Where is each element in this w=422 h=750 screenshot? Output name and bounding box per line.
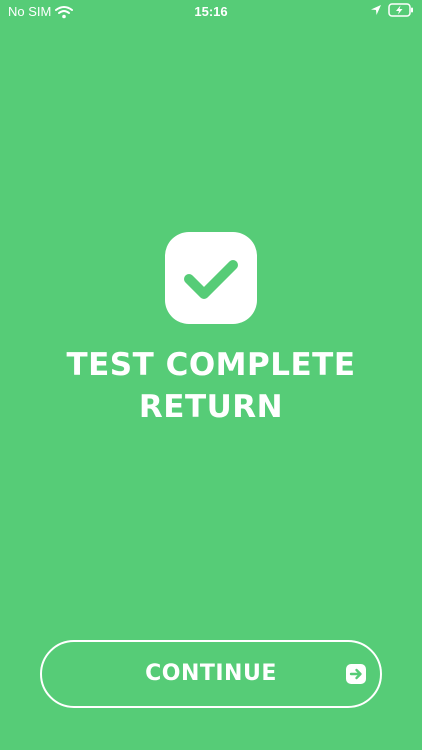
- title-line-2: RETURN: [138, 389, 284, 425]
- continue-button[interactable]: CONTINUE: [40, 640, 382, 708]
- status-time: 15:16: [194, 4, 228, 19]
- location-arrow-icon: [370, 4, 382, 16]
- page-title: TEST COMPLETE RETURN: [0, 344, 422, 428]
- continue-button-label: CONTINUE: [145, 661, 277, 686]
- checkmark-badge: [165, 232, 257, 324]
- status-right: [370, 3, 414, 17]
- checkmark-icon: [184, 260, 238, 299]
- title-line-1: TEST COMPLETE: [66, 347, 356, 383]
- status-bar: No SIM 15:16: [0, 0, 422, 22]
- arrow-right-icon: [346, 664, 366, 684]
- battery-charging-icon: [388, 3, 414, 17]
- screen: No SIM 15:16 TEST COMPLETE RETURN CONTIN…: [0, 0, 422, 750]
